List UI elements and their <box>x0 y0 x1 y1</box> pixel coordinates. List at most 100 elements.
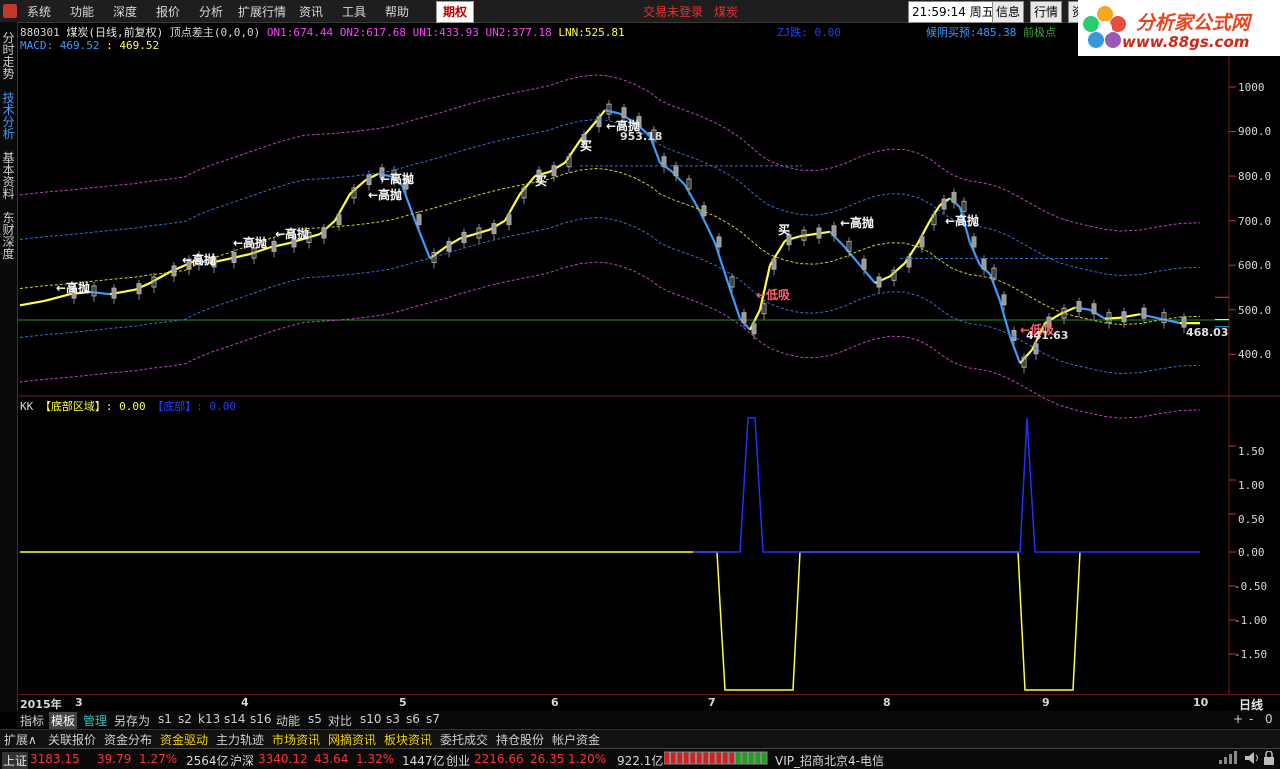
price-line-segment <box>44 293 71 302</box>
candle-body <box>876 276 882 288</box>
x-month-5: 5 <box>399 696 407 709</box>
tab-main-track[interactable]: 主力轨迹 <box>216 731 264 748</box>
hs-index-label[interactable]: 沪深 <box>230 752 254 769</box>
sub-y-tick-neg-0.5: -0.50 <box>1234 580 1268 593</box>
breadth-cell <box>702 751 709 765</box>
high-sell-label: ←高抛 <box>182 252 216 267</box>
x-month-8: 8 <box>883 696 891 709</box>
last-price-label: 468.03 <box>1186 326 1228 339</box>
high-sell-label: ←高抛 <box>233 235 267 250</box>
candle-body <box>366 174 372 186</box>
price-line-segment <box>413 220 432 259</box>
candle-body <box>506 214 512 226</box>
tab-holdings[interactable]: 持仓股份 <box>496 731 544 748</box>
breadth-cell <box>735 751 742 765</box>
zoom-reset-button[interactable]: 0 <box>1265 712 1273 726</box>
tab-manage[interactable]: 管理 <box>83 712 107 729</box>
zoom-out-button[interactable]: - <box>1249 712 1253 726</box>
x-month-10: 10 <box>1193 696 1209 709</box>
breadth-cell <box>728 751 735 765</box>
breadth-cell <box>709 751 716 765</box>
tab-s6[interactable]: s6 <box>406 712 420 726</box>
tab-indicator[interactable]: 指标 <box>20 712 44 729</box>
price-line-segment <box>998 300 1012 337</box>
tab-s2[interactable]: s2 <box>178 712 192 726</box>
tab-fund-distribution[interactable]: 资金分布 <box>104 731 152 748</box>
sub-y-tick-0: 0.00 <box>1238 546 1265 559</box>
server-connection[interactable]: VIP_招商北京4-电信 <box>775 752 884 769</box>
band-un1 <box>19 217 1201 375</box>
price-line-segment <box>713 242 730 284</box>
tab-template[interactable]: 模板 <box>49 712 78 729</box>
tab-k13[interactable]: k13 <box>198 712 220 726</box>
candle-body <box>271 240 277 252</box>
bottom-area-label: 【底部区域】: <box>39 400 113 413</box>
candle-body <box>551 165 557 177</box>
candle-body <box>416 214 422 226</box>
band-un2 <box>19 261 1201 419</box>
candle-body <box>771 258 777 270</box>
breadth-cell <box>722 751 729 765</box>
tab-orders[interactable]: 委托成交 <box>440 731 488 748</box>
tab-momentum[interactable]: 动能 <box>276 712 300 729</box>
tab-web-news[interactable]: 网摘资讯 <box>328 731 376 748</box>
index-ticker: 上证 3183.15 39.79 1.27% 2564亿 沪深 3340.12 … <box>0 748 1280 769</box>
tab-s3[interactable]: s3 <box>386 712 400 726</box>
tab-s10[interactable]: s10 <box>360 712 382 726</box>
y-tick-900: 900.0 <box>1238 125 1272 138</box>
breadth-cell <box>683 751 690 765</box>
sh-index-label[interactable]: 上证 <box>2 752 29 769</box>
zoom-in-button[interactable]: + <box>1233 712 1243 726</box>
tab-s14[interactable]: s14 <box>224 712 246 726</box>
tab-market-news[interactable]: 市场资讯 <box>272 731 320 748</box>
sub-y-tick-neg-1.5: -1.50 <box>1234 648 1268 661</box>
candle-body <box>111 287 117 299</box>
high-sell-label: ←高抛 <box>840 215 874 230</box>
sub-chart-header: KK 【底部区域】: 0.00 【底部】: 0.00 <box>20 398 236 414</box>
buy-marker: 买 <box>580 139 592 153</box>
x-year-label: 2015年 <box>20 698 62 711</box>
tab-s1[interactable]: s1 <box>158 712 172 726</box>
tab-fund-driver[interactable]: 资金驱动 <box>160 731 208 748</box>
breadth-bar-icon <box>663 751 768 765</box>
y-tick-700: 700.0 <box>1238 215 1272 228</box>
tab-sector-news[interactable]: 板块资讯 <box>384 731 432 748</box>
buy-marker: 买 <box>778 223 790 237</box>
candle-body <box>971 236 977 248</box>
tab-related-quote[interactable]: 关联报价 <box>48 731 96 748</box>
breadth-cell <box>670 751 677 765</box>
price-line-segment <box>726 282 742 320</box>
tab-s7[interactable]: s7 <box>426 712 440 726</box>
tab-s5[interactable]: s5 <box>308 712 322 726</box>
cy-index-change: 26.35 <box>530 752 565 766</box>
y-tick-1000: 1000 <box>1238 81 1265 94</box>
price-chart[interactable]: ←高抛←高抛←高抛←高抛←高抛←高抛←高抛 ←高抛←高抛买买买←低吸←低吸953.… <box>0 0 1280 768</box>
y-tick-500: 500.0 <box>1238 304 1272 317</box>
cy-index-label[interactable]: 创业 <box>446 752 470 769</box>
high-sell-label: ←高抛 <box>368 187 402 202</box>
hs-index-pct: 1.32% <box>356 752 395 766</box>
breadth-cell <box>715 751 722 765</box>
candle-body <box>1076 301 1082 313</box>
tab-s16[interactable]: s16 <box>250 712 272 726</box>
buy-marker: 买 <box>535 174 547 188</box>
candle-body <box>861 258 867 270</box>
lock-icon[interactable] <box>1262 750 1276 768</box>
candle-body <box>446 240 452 252</box>
x-month-3: 3 <box>75 696 83 709</box>
tab-save-as[interactable]: 另存为 <box>114 712 150 729</box>
sub-y-tick-1.5: 1.50 <box>1238 445 1265 458</box>
sh-index-value: 3183.15 <box>30 752 80 766</box>
candle-body <box>461 231 467 243</box>
tab-account-funds[interactable]: 帐户资金 <box>552 731 600 748</box>
tab-expand[interactable]: 扩展∧ <box>4 731 37 748</box>
candle-body <box>231 252 237 264</box>
sound-icon[interactable] <box>1244 751 1260 768</box>
high-sell-label: ←高抛 <box>380 171 414 186</box>
candle-body <box>1091 303 1097 315</box>
breadth-cell <box>676 751 683 765</box>
tab-compare[interactable]: 对比 <box>328 712 352 729</box>
candle-body <box>661 156 667 168</box>
hs-index-value: 3340.12 <box>258 752 308 766</box>
signal-bars-icon[interactable] <box>1218 751 1238 768</box>
